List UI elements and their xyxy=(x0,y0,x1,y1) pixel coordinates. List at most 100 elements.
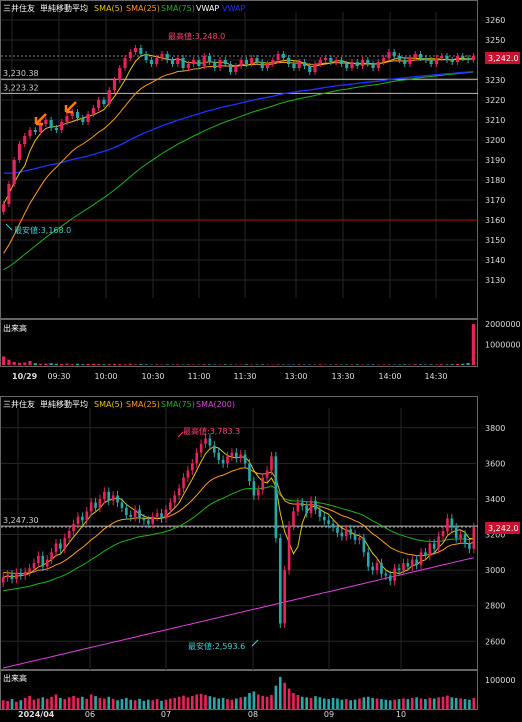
price-tick-label: 2600 xyxy=(485,637,505,646)
candle-body xyxy=(288,526,291,570)
candle-body xyxy=(121,503,124,508)
legend-sma200: SMA(200) xyxy=(196,400,235,409)
candle-body xyxy=(203,56,206,66)
candle-body xyxy=(87,114,90,122)
volume-bar xyxy=(266,697,269,709)
candle-body xyxy=(371,567,374,571)
volume-bar xyxy=(143,701,146,709)
candle-body xyxy=(277,54,280,60)
candle-body xyxy=(213,62,216,68)
volume-bar xyxy=(319,364,322,365)
volume-bar xyxy=(429,698,432,709)
volume-bar xyxy=(314,696,317,709)
volume-bar xyxy=(403,364,406,365)
volume-bar xyxy=(354,700,357,709)
candle-body xyxy=(461,56,464,58)
volume-bar xyxy=(310,698,313,709)
candle-body xyxy=(440,56,443,58)
volume-bar xyxy=(138,699,141,709)
candle-body xyxy=(271,60,274,64)
legend-sma75: SMA(75) xyxy=(161,400,195,409)
candle-body xyxy=(178,488,181,495)
candle-body xyxy=(182,478,185,489)
volume-bar xyxy=(160,701,163,709)
volume-bar xyxy=(270,695,273,709)
time-tick-label: 10/29 xyxy=(12,372,38,381)
candle-body xyxy=(393,568,396,580)
candle-body xyxy=(398,56,401,60)
candle-body xyxy=(336,527,339,532)
volume-bar xyxy=(456,364,459,365)
time-tick-label: 07 xyxy=(161,710,171,718)
volume-bar xyxy=(77,698,80,709)
candle-body xyxy=(160,513,163,518)
candle-body xyxy=(2,577,5,582)
volume-bar xyxy=(327,699,330,709)
candle-body xyxy=(415,559,418,564)
intraday-volume-label: 出来高 xyxy=(3,323,27,333)
candle-body xyxy=(319,510,322,517)
candle-body xyxy=(37,556,40,563)
candle-body xyxy=(222,460,225,464)
price-tick-label: 3000 xyxy=(485,566,505,575)
candle-body xyxy=(150,60,153,64)
candle-body xyxy=(55,128,58,130)
intraday-chart: 3,230.383,223.32 31303140315031603170318… xyxy=(1,1,521,382)
volume-bar xyxy=(65,364,68,365)
candle-body xyxy=(314,501,317,510)
candle-body xyxy=(382,58,385,62)
price-tick-label: 3220 xyxy=(485,96,505,105)
volume-bar xyxy=(455,698,458,709)
time-tick-label: 10:30 xyxy=(141,372,164,381)
volume-bar xyxy=(125,698,128,709)
candle-body xyxy=(287,58,290,64)
candle-body xyxy=(55,543,58,552)
time-tick-label: 14:00 xyxy=(378,372,401,381)
volume-bar xyxy=(393,700,396,709)
candle-body xyxy=(407,563,410,567)
volume-bar xyxy=(191,696,194,709)
volume-bar xyxy=(224,364,227,365)
candle-body xyxy=(28,568,31,572)
candle-body xyxy=(305,506,308,513)
volume-bar xyxy=(203,364,206,365)
volume-bar xyxy=(415,697,418,709)
candle-body xyxy=(398,568,401,570)
time-tick-label: 09 xyxy=(324,710,334,718)
volume-bar xyxy=(68,697,71,709)
volume-tick-label: 1000000 xyxy=(485,341,521,350)
candle-body xyxy=(419,54,422,58)
candle-body xyxy=(298,62,301,68)
daily-price-pane xyxy=(1,397,478,670)
candle-body xyxy=(411,559,414,566)
candle-body xyxy=(361,60,364,66)
candle-body xyxy=(63,538,66,549)
volume-bar xyxy=(430,364,433,365)
volume-bar xyxy=(94,696,97,709)
volume-tick-label: 2000000 xyxy=(485,320,521,329)
candle-body xyxy=(451,60,454,62)
candle-body xyxy=(60,122,63,130)
volume-bar xyxy=(34,363,37,365)
volume-bar xyxy=(200,694,203,709)
candle-body xyxy=(134,48,137,52)
candle-body xyxy=(72,524,75,531)
volume-bar xyxy=(450,697,453,709)
volume-bar xyxy=(121,699,124,709)
intraday-indicator-label: 単純移動平均 xyxy=(40,3,88,13)
volume-bar xyxy=(99,698,102,709)
volume-bar xyxy=(151,700,154,709)
volume-bar xyxy=(345,699,348,709)
candle-body xyxy=(376,563,379,570)
candle-body xyxy=(33,563,36,568)
volume-bar xyxy=(112,699,115,709)
candle-body xyxy=(151,517,154,524)
volume-bar xyxy=(292,693,295,709)
volume-bar xyxy=(420,699,423,710)
volume-bar xyxy=(2,700,5,709)
volume-bar xyxy=(467,363,470,365)
candle-body xyxy=(108,90,111,104)
price-tick-label: 3170 xyxy=(485,196,505,205)
intraday-last-price-label: 3,242.0 xyxy=(488,54,519,63)
volume-bar xyxy=(235,699,238,710)
